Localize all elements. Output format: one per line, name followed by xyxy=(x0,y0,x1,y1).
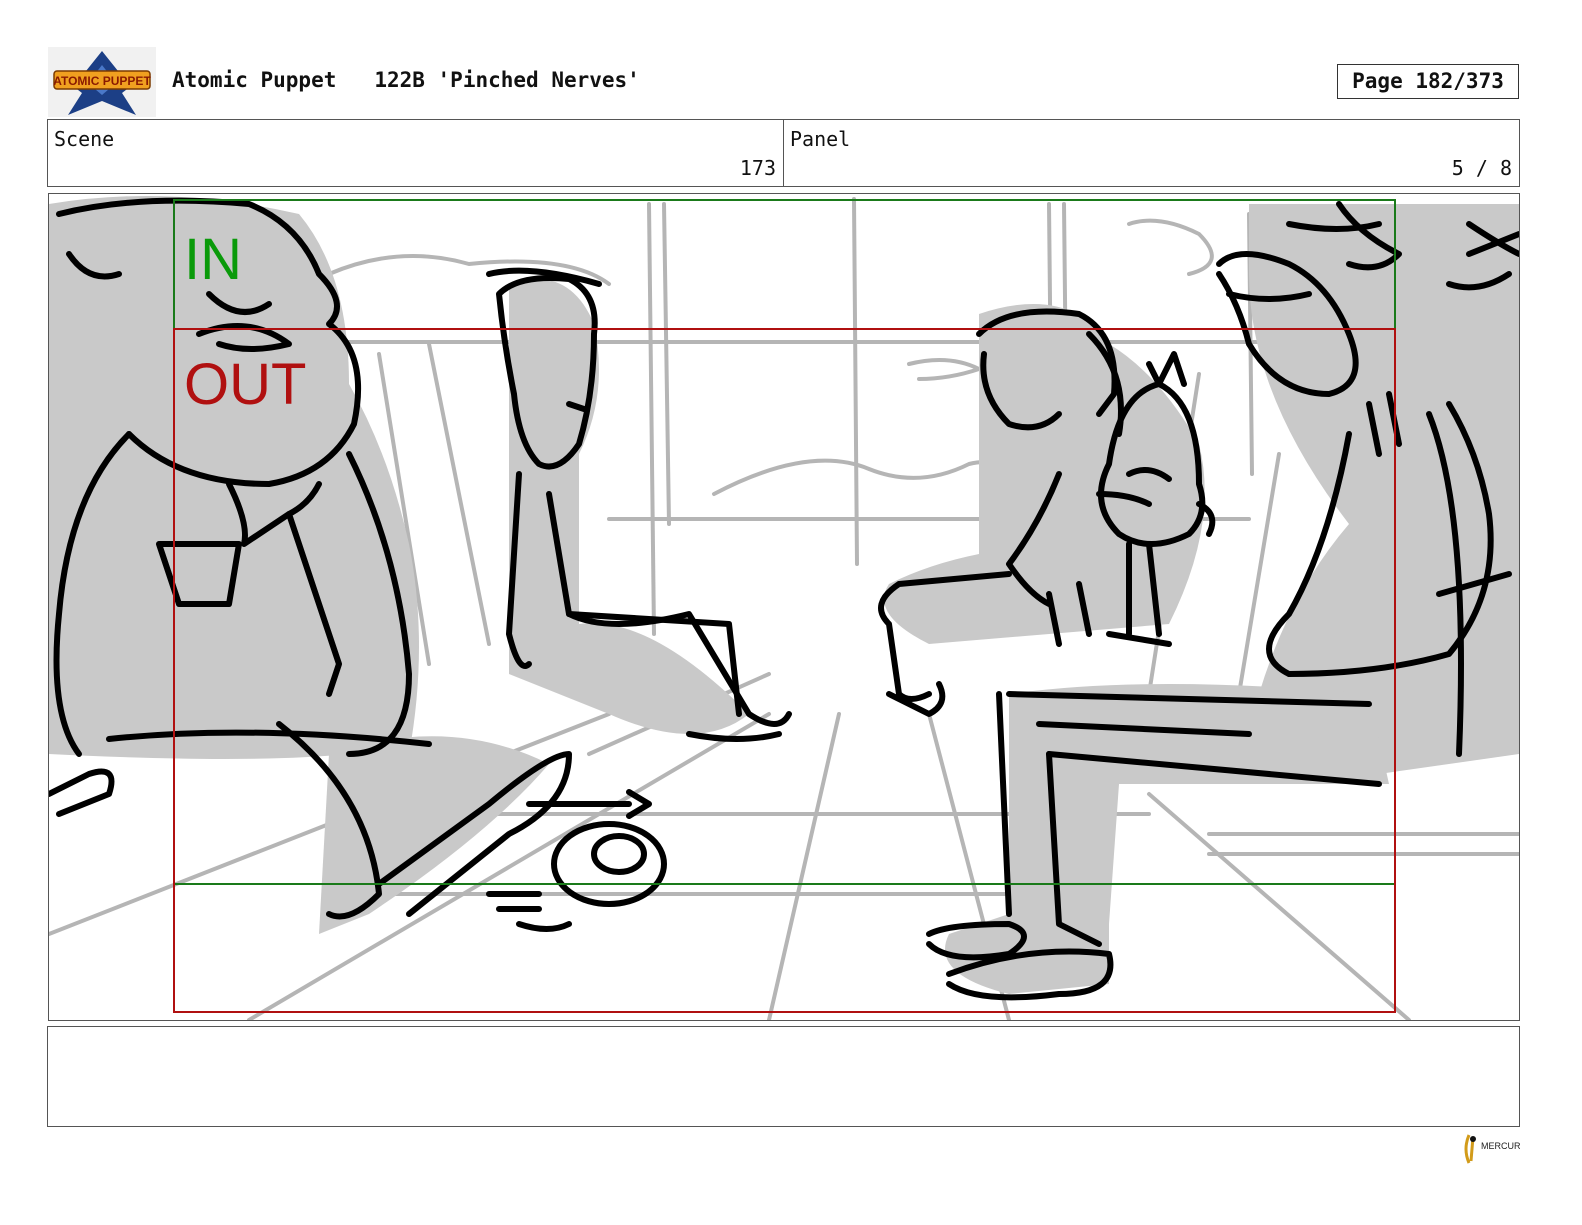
in-label: IN xyxy=(184,227,242,292)
studio-logo-text: MERCURY xyxy=(1481,1141,1520,1151)
storyboard-panel: IN OUT xyxy=(48,193,1520,1021)
show-logo-text: ATOMIC PUPPET xyxy=(53,74,151,88)
studio-logo: MERCURY xyxy=(1459,1131,1526,1167)
storyboard-sketch: IN OUT xyxy=(49,196,1519,1020)
notes-box xyxy=(47,1026,1520,1127)
scene-label: Scene xyxy=(54,127,115,151)
show-logo: ATOMIC PUPPET xyxy=(48,47,156,117)
panel-number: 5 / 8 xyxy=(1451,156,1512,180)
out-label: OUT xyxy=(184,352,306,417)
episode-title: 122B 'Pinched Nerves' xyxy=(374,68,640,92)
panel-label: Panel xyxy=(790,127,851,151)
scene-panel-row: Scene 173 Panel 5 / 8 xyxy=(47,119,1520,187)
scene-cell: Scene 173 xyxy=(48,120,784,186)
show-logo-image: ATOMIC PUPPET xyxy=(53,51,151,115)
show-title: Atomic Puppet xyxy=(172,68,337,92)
page-number: Page 182/373 xyxy=(1337,64,1519,99)
studio-logo-image: MERCURY xyxy=(1464,1134,1526,1164)
header-title: Atomic Puppet 122B 'Pinched Nerves' xyxy=(172,68,640,92)
panel-cell: Panel 5 / 8 xyxy=(784,120,1519,186)
scene-number: 173 xyxy=(739,156,776,180)
